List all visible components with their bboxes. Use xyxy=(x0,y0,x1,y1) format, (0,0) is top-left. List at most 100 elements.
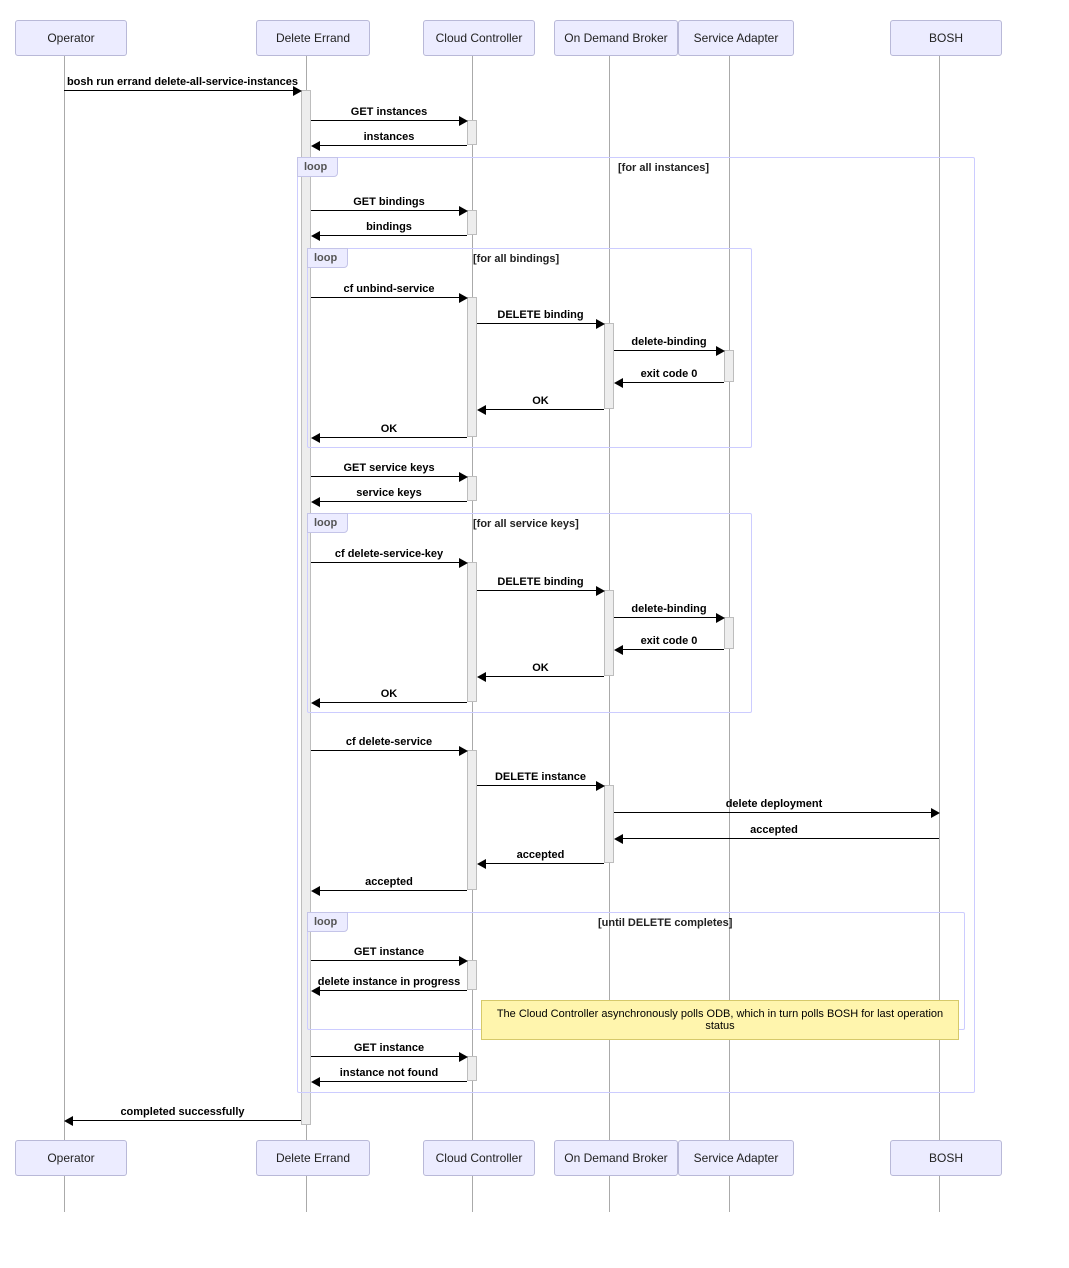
actor-sa-top: Service Adapter xyxy=(678,20,794,56)
loop-label: loop xyxy=(307,248,348,268)
arrowhead-icon xyxy=(459,116,468,126)
arrow xyxy=(480,409,604,410)
arrow xyxy=(311,750,464,751)
arrow xyxy=(480,676,604,677)
msg-get-instance: GET instance xyxy=(311,946,467,958)
msg-not-found: instance not found xyxy=(311,1067,467,1079)
arrow xyxy=(311,562,464,563)
arrowhead-icon xyxy=(311,886,320,896)
sequence-diagram: Operator Delete Errand Cloud Controller … xyxy=(0,0,1069,1268)
loop-bindings: loop [for all bindings] xyxy=(307,248,752,448)
arrow xyxy=(311,297,464,298)
arrowhead-icon xyxy=(596,586,605,596)
arrowhead-icon xyxy=(64,1116,73,1126)
arrowhead-icon xyxy=(477,672,486,682)
arrowhead-icon xyxy=(311,1077,320,1087)
arrow xyxy=(477,323,601,324)
arrowhead-icon xyxy=(459,746,468,756)
msg-get-bindings: GET bindings xyxy=(311,196,467,208)
arrow xyxy=(314,501,467,502)
lifeline-operator xyxy=(64,56,65,1212)
arrowhead-icon xyxy=(459,956,468,966)
arrowhead-icon xyxy=(614,645,623,655)
msg-ok-2a: OK xyxy=(477,662,604,674)
arrow xyxy=(477,590,601,591)
arrowhead-icon xyxy=(596,781,605,791)
arrowhead-icon xyxy=(459,293,468,303)
msg-bindings: bindings xyxy=(311,221,467,233)
arrowhead-icon xyxy=(596,319,605,329)
msg-del-prog: delete instance in progress xyxy=(311,976,467,988)
arrow xyxy=(314,990,467,991)
arrow xyxy=(617,838,939,839)
msg-cf-delkey: cf delete-service-key xyxy=(311,548,467,560)
arrowhead-icon xyxy=(311,231,320,241)
note-polling: The Cloud Controller asynchronously poll… xyxy=(481,1000,959,1040)
arrow xyxy=(314,1081,467,1082)
msg-cf-delsvc: cf delete-service xyxy=(311,736,467,748)
arrow xyxy=(67,1120,301,1121)
loop-cond-keys: [for all service keys] xyxy=(473,518,579,530)
arrow xyxy=(617,649,724,650)
arrow xyxy=(314,235,467,236)
arrow xyxy=(614,617,721,618)
arrow xyxy=(617,382,724,383)
actor-errand-top: Delete Errand xyxy=(256,20,370,56)
arrowhead-icon xyxy=(459,1052,468,1062)
arrow xyxy=(311,210,464,211)
msg-ok-1a: OK xyxy=(477,395,604,407)
msg-run-errand: bosh run errand delete-all-service-insta… xyxy=(64,76,301,88)
arrow xyxy=(311,960,464,961)
arrowhead-icon xyxy=(459,558,468,568)
actor-errand-bottom: Delete Errand xyxy=(256,1140,370,1176)
actor-operator-bottom: Operator xyxy=(15,1140,127,1176)
arrowhead-icon xyxy=(931,808,940,818)
arrowhead-icon xyxy=(311,141,320,151)
arrowhead-icon xyxy=(311,698,320,708)
arrow xyxy=(314,145,467,146)
msg-exit0-1: exit code 0 xyxy=(614,368,724,380)
msg-instances: instances xyxy=(311,131,467,143)
msg-ok-1b: OK xyxy=(311,423,467,435)
arrow xyxy=(64,90,298,91)
actor-bosh-top: BOSH xyxy=(890,20,1002,56)
msg-accepted-c: accepted xyxy=(311,876,467,888)
actor-odb-top: On Demand Broker xyxy=(554,20,678,56)
arrowhead-icon xyxy=(716,346,725,356)
arrowhead-icon xyxy=(311,497,320,507)
msg-ok-2b: OK xyxy=(311,688,467,700)
msg-get-keys: GET service keys xyxy=(311,462,467,474)
arrowhead-icon xyxy=(477,405,486,415)
msg-completed: completed successfully xyxy=(64,1106,301,1118)
loop-label: loop xyxy=(297,157,338,177)
arrow xyxy=(614,350,721,351)
arrow xyxy=(314,702,467,703)
msg-accepted-b: accepted xyxy=(477,849,604,861)
arrow xyxy=(311,120,464,121)
actor-cc-top: Cloud Controller xyxy=(423,20,535,56)
arrowhead-icon xyxy=(614,378,623,388)
msg-del-binding-2: DELETE binding xyxy=(477,576,604,588)
loop-label: loop xyxy=(307,513,348,533)
arrow xyxy=(311,1056,464,1057)
actor-operator-top: Operator xyxy=(15,20,127,56)
msg-get-instances: GET instances xyxy=(311,106,467,118)
arrow xyxy=(311,476,464,477)
msg-keys: service keys xyxy=(311,487,467,499)
arrowhead-icon xyxy=(293,86,302,96)
msg-del-binding-1: DELETE binding xyxy=(477,309,604,321)
msg-accepted-a: accepted xyxy=(614,824,934,836)
arrowhead-icon xyxy=(311,986,320,996)
actor-cc-bottom: Cloud Controller xyxy=(423,1140,535,1176)
arrowhead-icon xyxy=(716,613,725,623)
loop-cond-bindings: [for all bindings] xyxy=(473,253,559,265)
arrow xyxy=(480,863,604,864)
arrowhead-icon xyxy=(311,433,320,443)
arrow xyxy=(314,890,467,891)
arrowhead-icon xyxy=(477,859,486,869)
loop-cond-instances: [for all instances] xyxy=(618,162,709,174)
msg-cf-unbind: cf unbind-service xyxy=(311,283,467,295)
actor-bosh-bottom: BOSH xyxy=(890,1140,1002,1176)
msg-exit0-2: exit code 0 xyxy=(614,635,724,647)
arrow xyxy=(614,812,936,813)
